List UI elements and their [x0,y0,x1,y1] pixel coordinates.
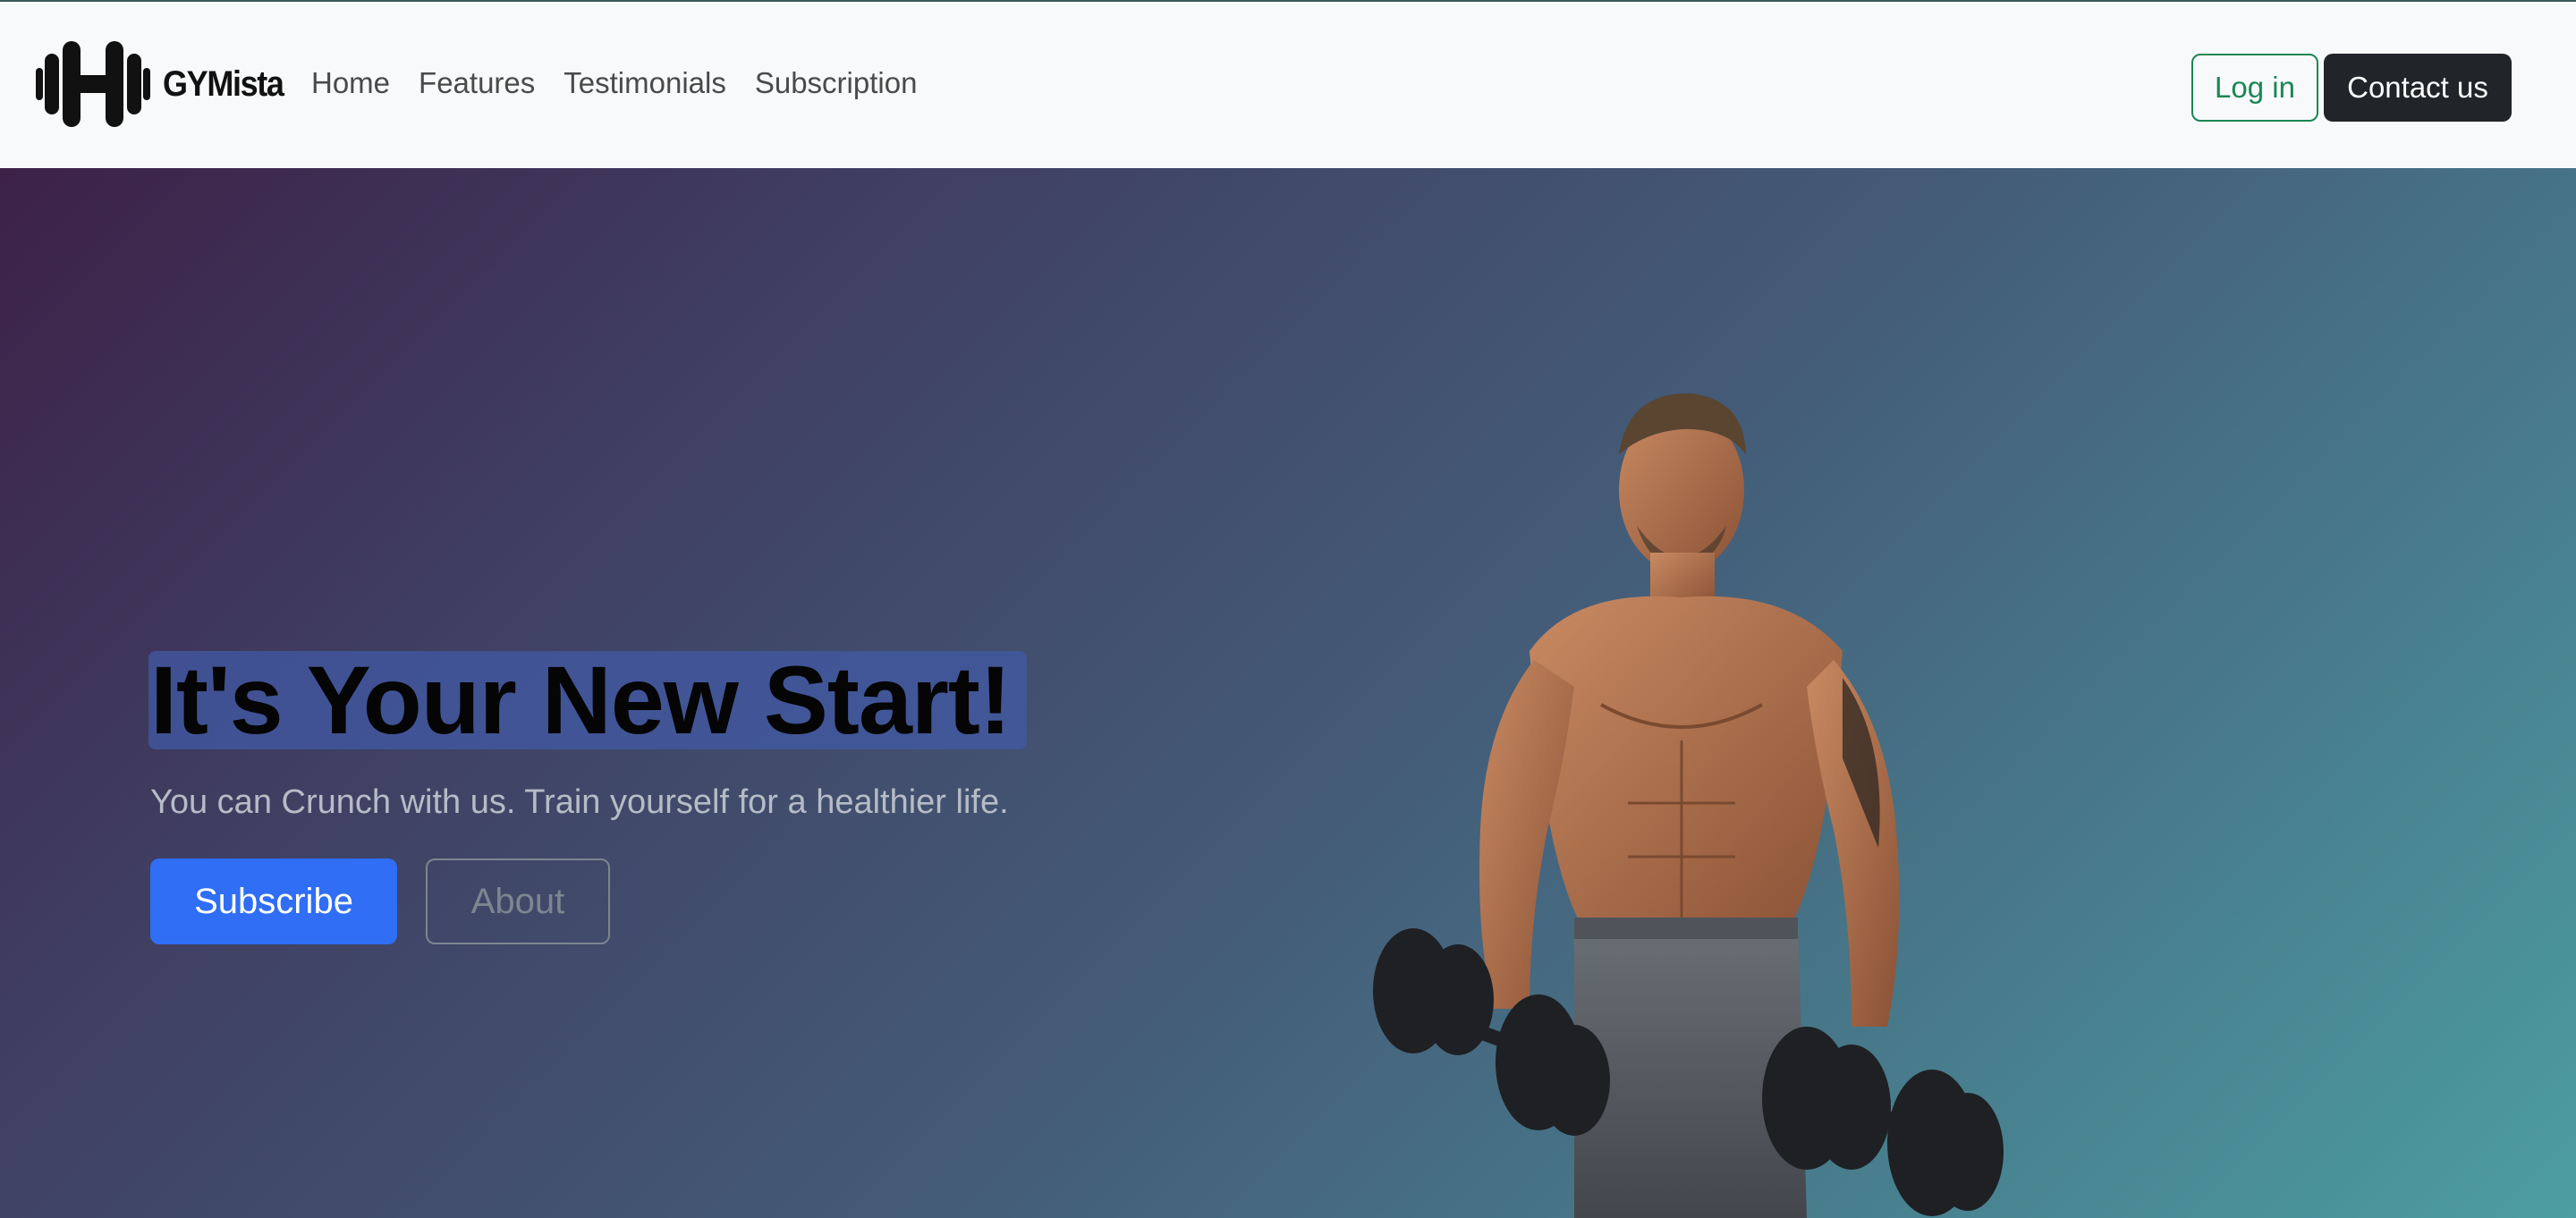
nav-link-home[interactable]: Home [311,66,390,100]
nav-link-features[interactable]: Features [419,66,535,100]
contact-button[interactable]: Contact us [2324,54,2512,122]
dumbbell-logo-icon [36,41,150,127]
about-button[interactable]: About [426,859,610,944]
login-button[interactable]: Log in [2191,54,2318,122]
nav-link-subscription[interactable]: Subscription [755,66,918,100]
brand-name: GYMista [163,63,284,104]
navbar: GYMista Home Features Testimonials Subsc… [0,0,2576,168]
hero-title: It's Your New Start! [150,646,1012,754]
hero-subtitle: You can Crunch with us. Train yourself f… [150,783,1009,821]
brand[interactable]: GYMista [36,41,297,127]
athlete-with-dumbbells-image [1373,393,2004,1218]
nav-link-testimonials[interactable]: Testimonials [564,66,726,100]
subscribe-button[interactable]: Subscribe [150,859,397,944]
hero-title-highlight: It's Your New Start! [148,651,1027,749]
nav-links: Home Features Testimonials Subscription [311,66,945,100]
hero-section: It's Your New Start! You can Crunch with… [0,168,2576,1218]
